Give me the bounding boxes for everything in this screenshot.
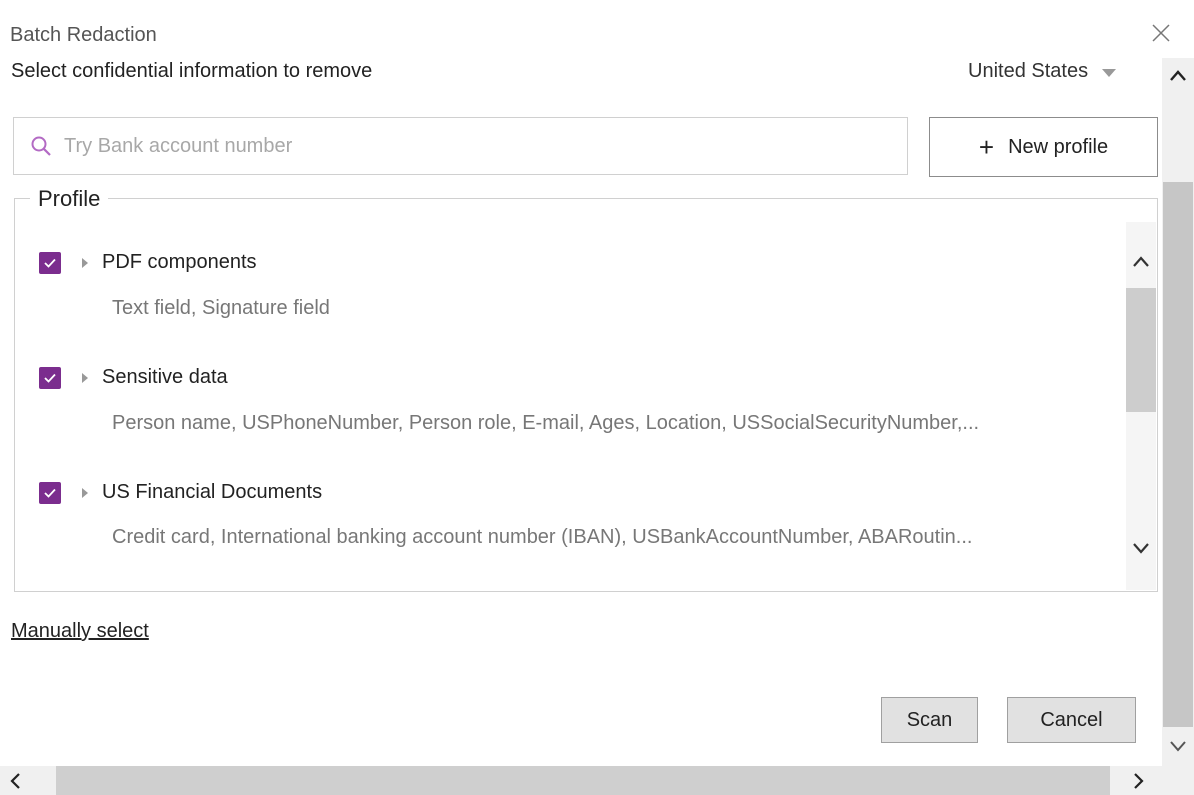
scroll-down-icon[interactable] <box>1166 734 1190 758</box>
dialog-title: Batch Redaction <box>10 24 157 46</box>
instruction-text: Select confidential information to remov… <box>11 60 373 82</box>
profile-item-detail: Text field, Signature field <box>112 297 330 319</box>
profile-item-sensitive-data: Sensitive data <box>39 366 228 389</box>
checkmark-icon <box>44 258 56 268</box>
search-box[interactable] <box>13 117 908 175</box>
new-profile-label: New profile <box>1008 135 1109 158</box>
scroll-left-icon[interactable] <box>6 770 26 792</box>
profile-item-detail: Credit card, International banking accou… <box>112 526 973 548</box>
checkbox[interactable] <box>39 366 61 389</box>
checkmark-icon <box>44 373 56 383</box>
expand-arrow-icon[interactable] <box>82 257 88 268</box>
profile-legend: Profile <box>30 186 109 212</box>
manually-select-link[interactable]: Manually select <box>11 620 149 643</box>
expand-arrow-icon[interactable] <box>82 487 88 498</box>
scan-button[interactable]: Scan <box>881 697 978 743</box>
plus-icon: + <box>978 132 995 162</box>
checkbox[interactable] <box>39 481 61 504</box>
country-selected: United States <box>968 60 1089 82</box>
scroll-up-icon[interactable] <box>1166 64 1190 88</box>
profile-item-pdf-components: PDF components <box>39 251 257 274</box>
profile-item-us-financial-documents: US Financial Documents <box>39 481 322 504</box>
scroll-right-icon[interactable] <box>1128 770 1148 792</box>
list-scroll-down-icon[interactable] <box>1129 536 1153 560</box>
checkbox[interactable] <box>39 251 61 274</box>
list-scroll-up-icon[interactable] <box>1129 250 1153 274</box>
profile-item-detail: Person name, USPhoneNumber, Person role,… <box>112 412 980 434</box>
search-icon <box>31 136 51 156</box>
new-profile-button[interactable]: + New profile <box>929 117 1158 177</box>
country-dropdown[interactable]: United States <box>968 60 1117 83</box>
profile-item-label: PDF components <box>102 251 257 273</box>
list-scroll-thumb[interactable] <box>1126 288 1156 412</box>
scrollbar-corner <box>1162 766 1194 795</box>
profile-item-label: Sensitive data <box>102 366 228 388</box>
horizontal-scroll-thumb[interactable] <box>56 766 1110 795</box>
profile-item-label: US Financial Documents <box>102 481 323 503</box>
outer-scroll-thumb[interactable] <box>1163 182 1193 727</box>
chevron-down-icon <box>1102 69 1117 77</box>
checkmark-icon <box>44 488 56 498</box>
cancel-button[interactable]: Cancel <box>1007 697 1136 743</box>
close-icon[interactable] <box>1146 18 1176 48</box>
expand-arrow-icon[interactable] <box>82 372 88 383</box>
search-input[interactable] <box>62 133 866 159</box>
